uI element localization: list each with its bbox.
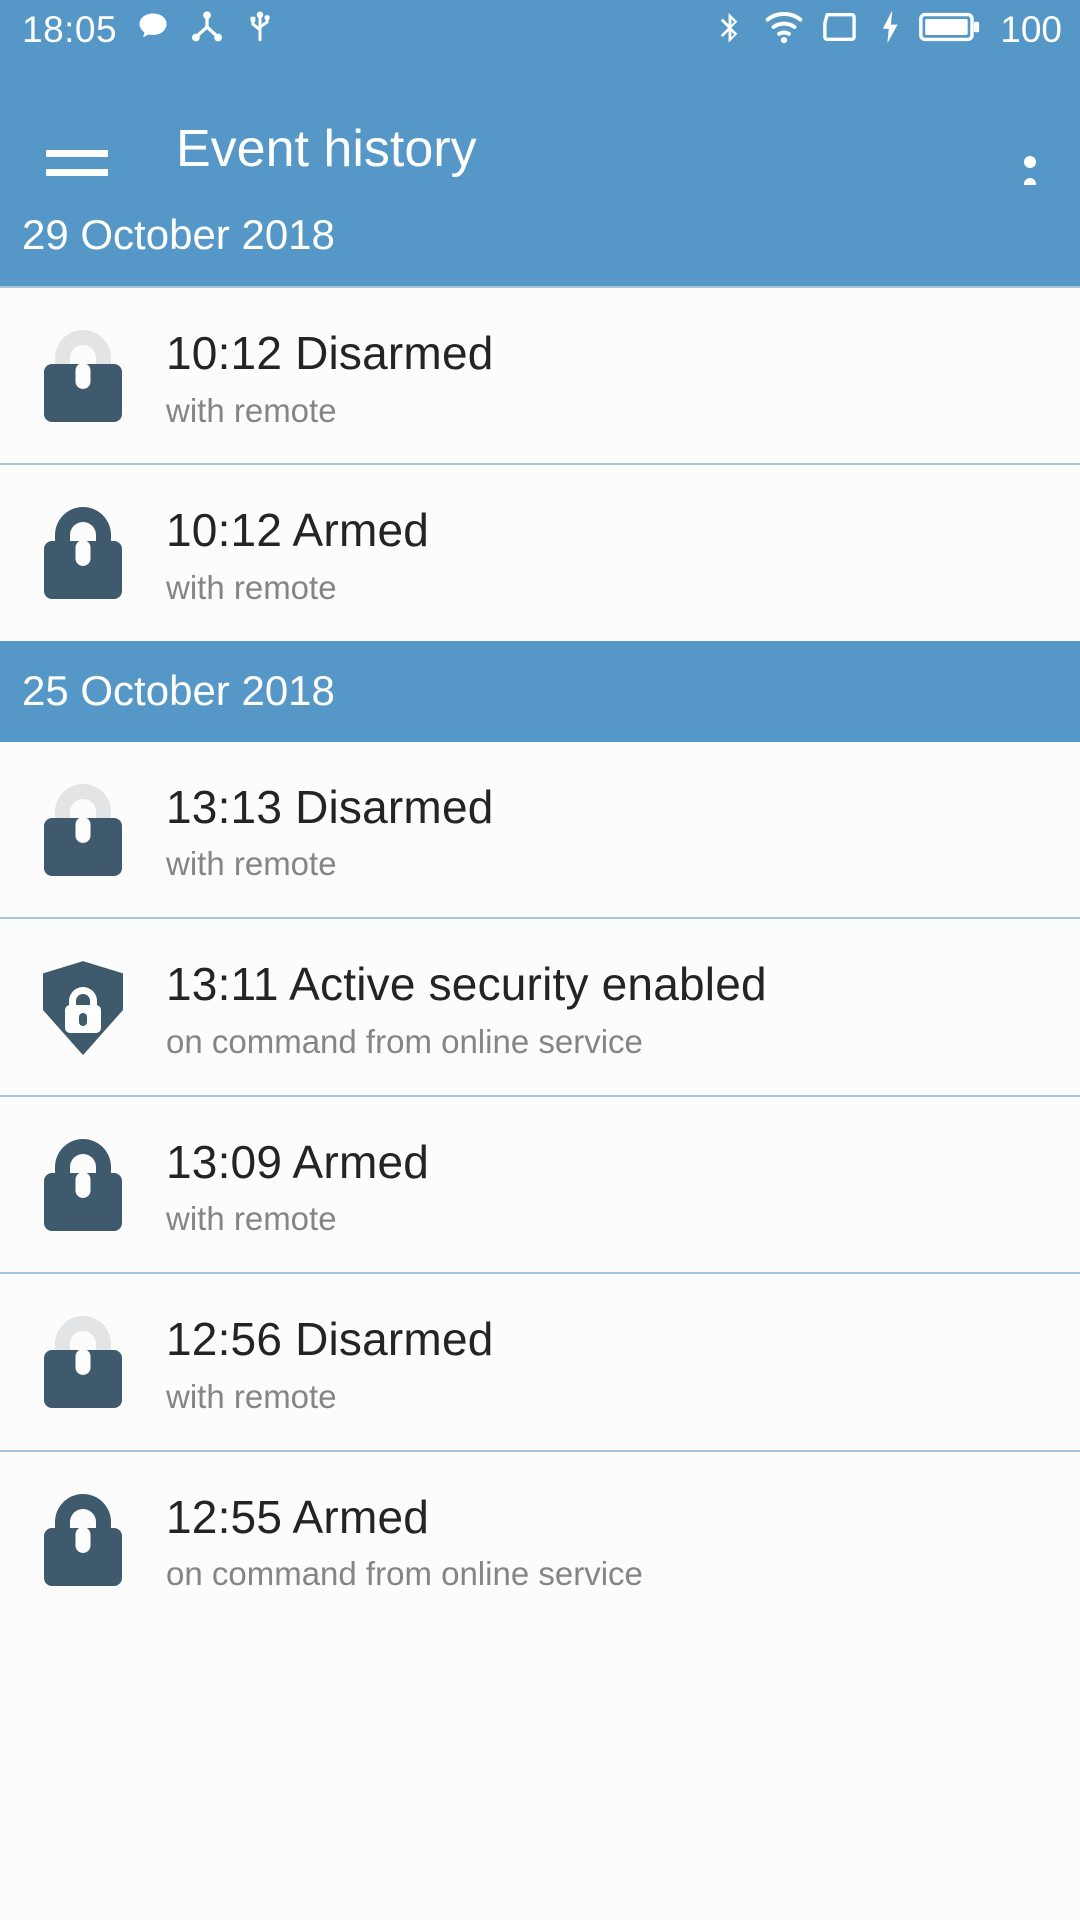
status-bar-clock: 18:05 [22, 8, 118, 50]
date-header-0: 29 October 2018 [0, 185, 1080, 286]
list-item[interactable]: 13:11 Active security enabled on command… [0, 917, 1080, 1095]
status-bar-right: 100 [713, 8, 1062, 51]
wifi-icon [764, 9, 804, 50]
event-title: 13:11 Active security enabled [166, 958, 767, 1011]
battery-percent-label: 100 [1000, 8, 1062, 50]
event-icon-cell [0, 328, 166, 422]
page-title: Event history [176, 120, 477, 178]
list-item[interactable]: 10:12 Disarmed with remote [0, 286, 1080, 464]
event-icon-cell [0, 959, 166, 1056]
event-title: 10:12 Disarmed [166, 327, 494, 379]
event-text-cell: 12:56 Disarmed with remote [166, 1314, 1080, 1415]
event-icon-cell [0, 1492, 166, 1586]
event-source: on command from online service [166, 1022, 643, 1060]
event-text-cell: 13:13 Disarmed with remote [166, 780, 1080, 883]
event-source: with remote [166, 391, 337, 429]
date-header-1: 25 October 2018 [0, 640, 1080, 742]
charging-bolt-icon [878, 9, 902, 50]
lock-closed-icon [44, 507, 122, 600]
event-source: with remote [166, 1200, 337, 1238]
event-text-cell: 10:12 Disarmed with remote [166, 327, 1080, 429]
status-bar-left: 18:05 [22, 9, 277, 50]
list-item[interactable]: 10:12 Armed with remote [0, 463, 1080, 641]
event-icon-cell [0, 505, 166, 600]
list-item[interactable]: 13:13 Disarmed with remote [0, 741, 1080, 918]
list-item[interactable]: 12:56 Disarmed with remote [0, 1272, 1080, 1450]
battery-icon [919, 11, 981, 48]
list-item[interactable]: 13:09 Armed with remote [0, 1094, 1080, 1273]
lock-open-icon [44, 330, 122, 422]
event-source: with remote [166, 845, 337, 883]
event-text-cell: 12:55 Armed on command from online servi… [166, 1490, 1080, 1593]
list-item[interactable]: 12:55 Armed on command from online servi… [0, 1449, 1080, 1627]
message-bubble-icon [135, 9, 171, 50]
event-text-cell: 13:11 Active security enabled on command… [166, 959, 1080, 1060]
app-bar: Event history X-1900 29 October 2018 [0, 58, 1080, 286]
status-bar: 18:05 100 [0, 0, 1080, 58]
event-text-cell: 10:12 Armed with remote [166, 505, 1080, 606]
event-title: 13:09 Armed [166, 1135, 430, 1188]
event-title: 13:13 Disarmed [166, 780, 494, 833]
event-source: with remote [166, 1377, 337, 1415]
event-title: 12:55 Armed [166, 1490, 430, 1543]
event-history-screen: 18:05 100 Event history 29 October 2018 … [0, 0, 1080, 1920]
usb-icon [243, 9, 277, 50]
event-title: 10:12 Armed [166, 504, 430, 557]
sim-card-icon [821, 10, 861, 49]
nodes-icon [189, 9, 225, 50]
event-icon-cell [0, 782, 166, 876]
bluetooth-icon [713, 8, 747, 51]
lock-open-icon [44, 1316, 122, 1409]
event-source: on command from online service [166, 1555, 643, 1593]
shield-lock-icon [43, 961, 123, 1056]
lock-open-icon [44, 783, 122, 876]
event-source: with remote [166, 568, 337, 606]
event-list: 10:12 Disarmed with remote 10:12 Armed w… [0, 286, 1080, 1627]
event-title: 12:56 Disarmed [166, 1313, 494, 1366]
lock-closed-icon [44, 1138, 122, 1231]
event-icon-cell [0, 1137, 166, 1231]
event-icon-cell [0, 1314, 166, 1409]
lock-closed-icon [44, 1493, 122, 1586]
event-text-cell: 13:09 Armed with remote [166, 1135, 1080, 1238]
